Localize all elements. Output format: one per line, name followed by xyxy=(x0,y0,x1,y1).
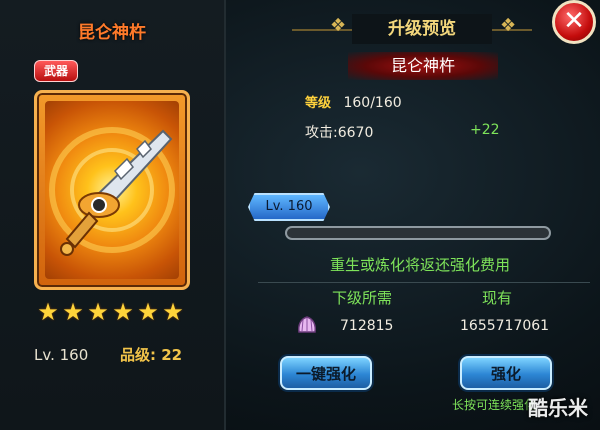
section-divider xyxy=(258,282,590,283)
grade-label: 品级: xyxy=(120,346,156,364)
owned-header: 现有 xyxy=(482,289,513,307)
star-icon: ★ xyxy=(37,298,59,326)
panel-title: 升级预览 xyxy=(352,14,492,44)
level-stat: 等级 160/160 xyxy=(305,92,402,111)
level-tag: Lv. 160 xyxy=(248,193,330,221)
watermark: 酷乐米 xyxy=(528,396,588,420)
one-key-enhance-button[interactable]: 一键强化 xyxy=(280,356,372,390)
ornament-left-icon: ❖ xyxy=(330,15,347,36)
attack-bonus: +22 xyxy=(470,122,500,138)
star-rating: ★ ★ ★ ★ ★ ★ xyxy=(36,300,185,324)
preview-item-name: 昆仑神杵 xyxy=(348,52,498,80)
star-icon: ★ xyxy=(87,298,109,326)
item-type-badge: 武器 xyxy=(34,60,78,82)
item-info-panel: 昆仑神杵 武器 ★ ★ ★ ★ ★ ★ Lv. 160 品级: 22 xyxy=(0,0,226,430)
star-icon: ★ xyxy=(162,298,184,326)
exp-progress-bar xyxy=(285,226,551,240)
enhance-button[interactable]: 强化 xyxy=(460,356,552,390)
refund-notice: 重生或炼化将返还强化费用 xyxy=(329,256,510,274)
item-card[interactable] xyxy=(34,90,190,290)
required-amount: 712815 xyxy=(340,318,394,334)
item-artwork xyxy=(45,101,179,279)
star-icon: ★ xyxy=(112,298,134,326)
grade-value: 22 xyxy=(161,346,183,364)
star-icon: ★ xyxy=(62,298,84,326)
item-title: 昆仑神杵 xyxy=(78,23,146,43)
level-value: 160/160 xyxy=(343,95,402,111)
required-header: 下级所需 xyxy=(332,289,393,307)
close-button[interactable]: ✕ xyxy=(552,0,596,44)
item-grade: 品级: 22 xyxy=(120,344,182,365)
ornament-right-icon: ❖ xyxy=(500,15,517,36)
star-icon: ★ xyxy=(137,298,159,326)
level-label: 等级 xyxy=(305,96,332,111)
owned-amount: 1655717061 xyxy=(460,318,550,334)
long-press-hint: 长按可连续强化 xyxy=(452,398,537,412)
shell-icon xyxy=(298,316,316,333)
enhance-screen: 昆仑神杵 武器 ★ ★ ★ ★ ★ ★ Lv. 160 品级: 22 ❖ ❖ 升… xyxy=(0,0,600,430)
pestle-weapon-icon xyxy=(49,127,175,256)
item-level: Lv. 160 xyxy=(34,346,89,364)
attack-stat: 攻击:6670 xyxy=(305,125,374,141)
